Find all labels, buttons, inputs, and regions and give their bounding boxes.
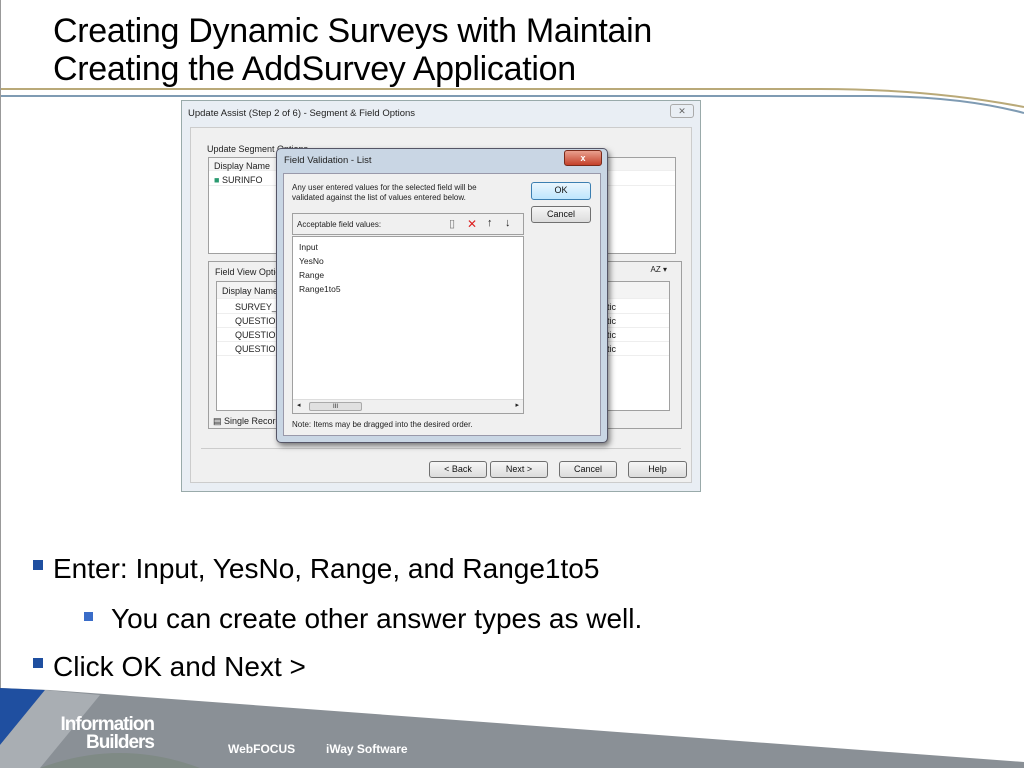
separator — [201, 448, 681, 449]
value-item[interactable]: Input — [299, 240, 517, 254]
value-item[interactable]: Range — [299, 268, 517, 282]
bullet-3: Click OK and Next > — [53, 651, 306, 682]
validation-body: Any user entered values for the selected… — [283, 173, 601, 436]
values-list[interactable]: Input YesNo Range Range1to5 ◂ III ▸ — [292, 236, 524, 414]
scroll-right-icon[interactable]: ▸ — [515, 401, 519, 409]
bullet-icon — [33, 658, 43, 668]
slide-title-line2: Creating the AddSurvey Application — [53, 50, 576, 88]
scroll-left-icon[interactable]: ◂ — [297, 401, 301, 409]
left-border — [0, 0, 1, 700]
bullet-1: Enter: Input, YesNo, Range, and Range1to… — [53, 553, 600, 584]
note-text: Note: Items may be dragged into the desi… — [292, 420, 473, 429]
cancel-button[interactable]: Cancel — [531, 206, 591, 223]
values-toolbar: Acceptable field values: ▯ ✕ ↑ ↓ — [292, 213, 524, 235]
validation-description: Any user entered values for the selected… — [292, 183, 477, 202]
close-icon[interactable]: x — [564, 150, 602, 166]
value-item[interactable]: YesNo — [299, 254, 517, 268]
single-record-option[interactable]: ▤ Single Record — [213, 416, 281, 427]
field-validation-dialog: Field Validation - List x Any user enter… — [276, 148, 608, 443]
value-item[interactable]: Range1to5 — [299, 282, 517, 296]
next-button[interactable]: Next > — [490, 461, 548, 478]
cancel-button[interactable]: Cancel — [559, 461, 617, 478]
validation-dialog-title: Field Validation - List — [284, 155, 372, 166]
information-builders-logo: Information Builders — [60, 714, 156, 753]
move-down-icon[interactable]: ↓ — [505, 217, 511, 229]
close-icon[interactable]: ✕ — [670, 104, 694, 118]
new-item-icon[interactable]: ▯ — [449, 217, 455, 230]
segment-icon: ■ — [214, 175, 220, 185]
values-label: Acceptable field values: — [297, 220, 382, 229]
back-button[interactable]: < Back — [429, 461, 487, 478]
webfocus-label: WebFOCUS — [228, 742, 296, 756]
iway-label: iWay Software — [326, 742, 408, 756]
form-icon: ▤ — [213, 416, 222, 426]
ok-button[interactable]: OK — [531, 182, 591, 200]
delete-icon[interactable]: ✕ — [467, 217, 477, 231]
horizontal-scrollbar[interactable]: ◂ III ▸ — [293, 399, 523, 413]
dialog-title: Update Assist (Step 2 of 6) - Segment & … — [188, 108, 416, 119]
segment-item-label: SURINFO — [221, 175, 263, 185]
scroll-thumb[interactable]: III — [309, 402, 362, 411]
sub-bullet-icon — [84, 612, 93, 621]
help-button[interactable]: Help — [628, 461, 687, 478]
bullet-icon — [33, 560, 43, 570]
sort-az-icon[interactable]: AZ ▾ — [651, 265, 667, 274]
move-up-icon[interactable]: ↑ — [487, 217, 493, 229]
bullet-2: You can create other answer types as wel… — [111, 603, 643, 634]
slide-title-line1: Creating Dynamic Surveys with Maintain — [53, 12, 652, 50]
